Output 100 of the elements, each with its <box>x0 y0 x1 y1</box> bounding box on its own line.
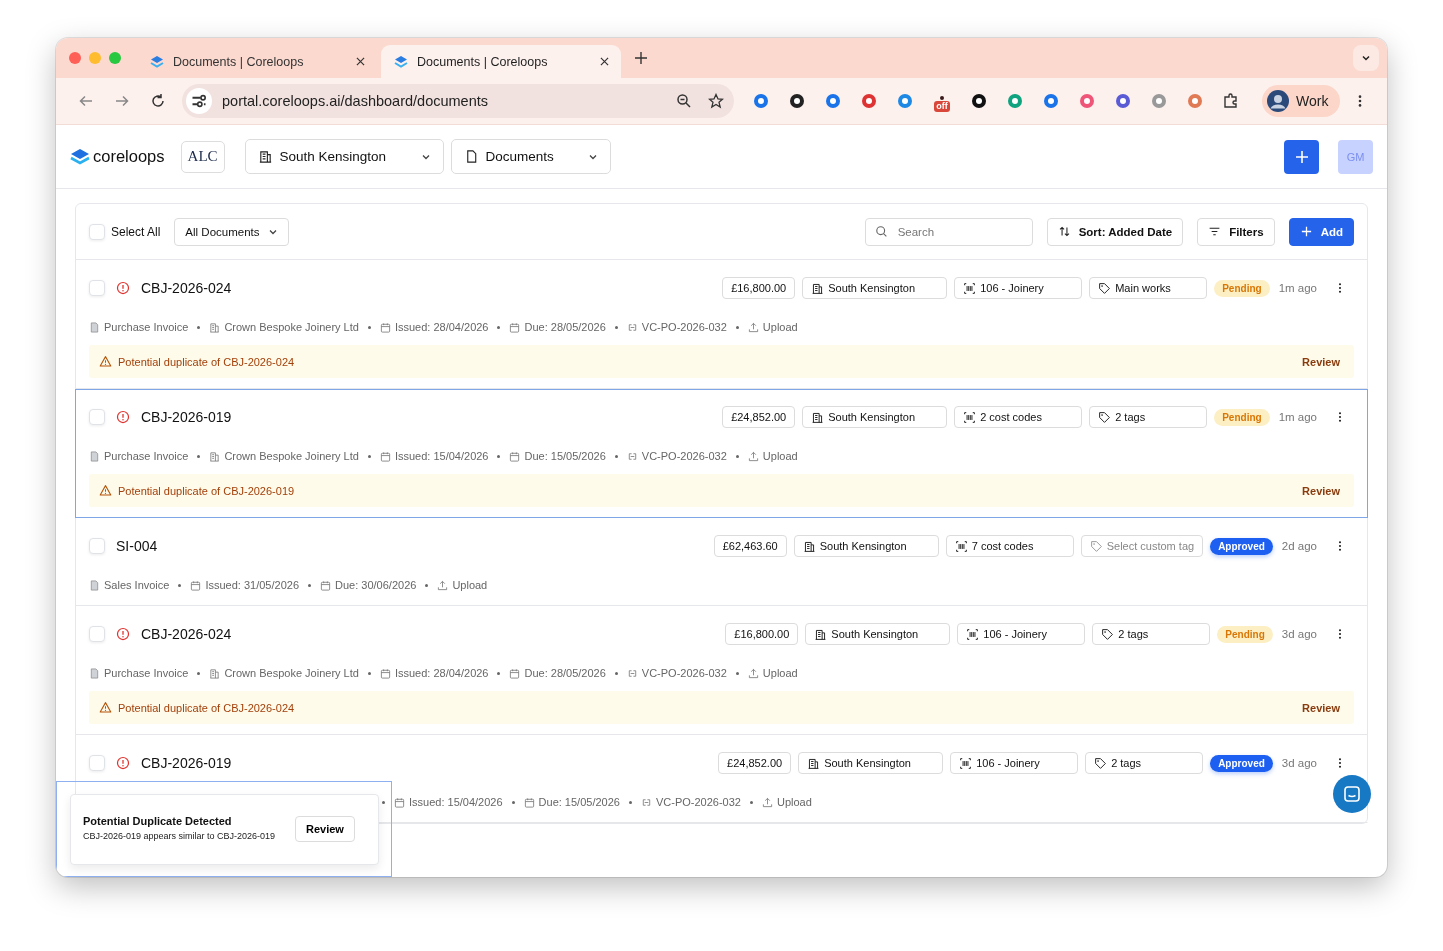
row-checkbox[interactable] <box>89 280 105 296</box>
close-icon[interactable] <box>600 57 609 66</box>
warning-text: Potential duplicate of CBJ-2026-024 <box>118 355 295 368</box>
document-number: SI-004 <box>116 538 158 554</box>
site-chip[interactable]: South Kensington <box>802 277 948 299</box>
building-icon <box>209 321 221 333</box>
calendar-icon <box>379 667 391 679</box>
review-link[interactable]: Review <box>1302 484 1340 497</box>
browser-tab[interactable]: Documents | Coreloops <box>137 45 377 78</box>
browser-tab[interactable]: Documents | Coreloops <box>381 45 621 78</box>
time-ago: 1m ago <box>1278 411 1317 423</box>
tag-icon <box>1089 539 1103 553</box>
barcode-scan-icon <box>966 627 980 641</box>
tag-chip[interactable]: Main works <box>1089 277 1208 299</box>
site-chip[interactable]: South Kensington <box>798 752 944 774</box>
upload-icon <box>747 667 759 679</box>
review-button[interactable]: Review <box>295 816 355 842</box>
document-row[interactable]: SI-004 £62,463.60 South Kensington 7 cost codes Select custom tag Approved 2d ago Sales Invoice Issued: 31/05/2026 Due: 30/06/2026 Upload <box>75 518 1368 606</box>
status-badge: Pending <box>1214 408 1270 426</box>
tag-icon <box>1098 410 1112 424</box>
row-checkbox[interactable] <box>89 538 105 554</box>
amount-chip: £24,852.00 <box>722 406 796 428</box>
document-filter-dropdown[interactable]: All Documents <box>174 217 289 246</box>
zoom-icon[interactable] <box>676 93 692 109</box>
cost-code-chip[interactable]: 106 - Joinery <box>950 752 1079 774</box>
more-icon[interactable] <box>1338 628 1342 640</box>
amount-chip: £62,463.60 <box>713 535 787 557</box>
more-icon[interactable] <box>1338 411 1342 423</box>
forward-icon[interactable] <box>114 93 130 109</box>
search-field[interactable]: Search <box>864 217 1033 246</box>
bookmark-star-icon[interactable] <box>708 93 724 109</box>
new-tab-icon[interactable] <box>635 52 647 64</box>
extension-icon[interactable] <box>970 92 988 110</box>
close-icon[interactable] <box>356 57 365 66</box>
site-dropdown[interactable]: South Kensington <box>244 139 444 174</box>
document-icon <box>89 450 100 462</box>
extension-icon[interactable] <box>788 92 806 110</box>
building-icon <box>209 667 221 679</box>
document-icon <box>89 579 100 591</box>
back-icon[interactable] <box>78 93 94 109</box>
more-icon[interactable] <box>1338 757 1342 769</box>
upload-icon <box>747 450 759 462</box>
calendar-icon <box>523 796 535 808</box>
document-icon <box>89 667 100 679</box>
meta-text: Due: 28/05/2026 <box>524 321 606 333</box>
add-button[interactable]: Add <box>1288 217 1354 246</box>
create-button[interactable] <box>1284 139 1319 174</box>
row-checkbox[interactable] <box>89 755 105 771</box>
site-settings-icon[interactable] <box>186 88 212 114</box>
filters-button[interactable]: Filters <box>1197 217 1275 246</box>
building-icon <box>257 149 273 164</box>
building-icon <box>802 539 816 553</box>
meta-text: VC-PO-2026-032 <box>655 796 741 808</box>
warning-text: Potential duplicate of CBJ-2026-019 <box>118 484 295 497</box>
building-icon <box>814 627 828 641</box>
extension-button[interactable]: off <box>932 90 952 112</box>
more-icon[interactable] <box>1338 540 1342 552</box>
tag-chip[interactable]: 2 tags <box>1092 623 1211 645</box>
chat-button[interactable] <box>1333 775 1371 813</box>
client-logo[interactable]: ALC <box>180 140 225 173</box>
meta-text: Due: 30/06/2026 <box>335 579 417 591</box>
meta-text: Purchase Invoice <box>104 450 189 462</box>
review-link[interactable]: Review <box>1302 701 1340 714</box>
upload-icon <box>747 321 759 333</box>
meta-text: VC-PO-2026-032 <box>641 450 727 462</box>
meta-text: Due: 15/05/2026 <box>524 450 606 462</box>
sort-button[interactable]: Sort: Added Date <box>1046 217 1184 246</box>
profile-button[interactable]: Work <box>1262 85 1341 117</box>
tag-chip[interactable]: 2 tags <box>1085 752 1204 774</box>
document-number: CBJ-2026-019 <box>141 755 232 771</box>
cost-code-chip[interactable]: 2 cost codes <box>954 406 1083 428</box>
address-bar[interactable]: portal.coreloops.ai/dashboard/documents <box>182 84 734 118</box>
reload-icon[interactable] <box>150 93 166 109</box>
section-dropdown[interactable]: Documents <box>450 139 611 174</box>
more-icon[interactable] <box>1358 94 1363 108</box>
tag-chip[interactable]: Select custom tag <box>1080 535 1204 557</box>
building-icon <box>811 410 825 424</box>
meta-text: Issued: 28/04/2026 <box>394 667 489 679</box>
amount-chip: £16,800.00 <box>725 623 799 645</box>
more-icon[interactable] <box>1338 282 1342 294</box>
close-window-button[interactable] <box>69 52 81 64</box>
row-checkbox[interactable] <box>89 409 105 425</box>
cost-code-chip[interactable]: 7 cost codes <box>945 535 1074 557</box>
site-chip[interactable]: South Kensington <box>805 623 951 645</box>
building-icon <box>807 756 821 770</box>
cost-code-chip[interactable]: 106 - Joinery <box>954 277 1083 299</box>
tag-chip[interactable]: 2 tags <box>1089 406 1208 428</box>
site-chip[interactable]: South Kensington <box>802 406 948 428</box>
calendar-icon <box>379 450 391 462</box>
site-chip[interactable]: South Kensington <box>793 535 939 557</box>
cost-code-chip[interactable]: 106 - Joinery <box>957 623 1086 645</box>
tag-icon <box>1101 627 1115 641</box>
select-all-label[interactable]: Select All <box>111 224 161 239</box>
meta-text: Purchase Invoice <box>104 667 189 679</box>
select-all-checkbox[interactable] <box>89 223 105 240</box>
calendar-icon <box>190 579 202 591</box>
document-number: CBJ-2026-024 <box>141 280 232 296</box>
review-link[interactable]: Review <box>1302 355 1340 368</box>
puzzle-icon[interactable] <box>1222 92 1240 110</box>
row-checkbox[interactable] <box>89 626 105 642</box>
